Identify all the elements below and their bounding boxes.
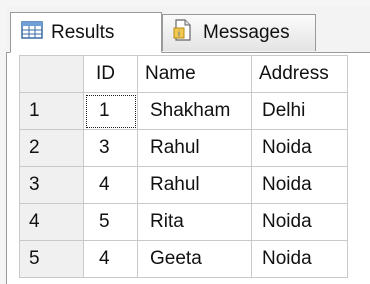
cell-name[interactable]: Rita: [137, 203, 252, 241]
cell-name[interactable]: Shakham: [137, 92, 252, 130]
cell-address[interactable]: Noida: [251, 129, 348, 167]
table-row: 3 4 Rahul Noida: [19, 166, 348, 204]
document-icon: i: [173, 19, 193, 47]
tab-results[interactable]: Results: [10, 12, 162, 53]
row-number[interactable]: 2: [19, 129, 84, 167]
tab-messages-label: Messages: [203, 22, 290, 43]
row-number[interactable]: 5: [19, 240, 84, 278]
header-row: ID Name Address: [19, 55, 348, 93]
cell-address[interactable]: Delhi: [251, 92, 348, 130]
cell-name[interactable]: Rahul: [137, 166, 252, 204]
cell-address[interactable]: Noida: [251, 166, 348, 204]
row-number[interactable]: 4: [19, 203, 84, 241]
cell-address[interactable]: Noida: [251, 203, 348, 241]
column-header-id[interactable]: ID: [83, 55, 138, 93]
column-header-address[interactable]: Address: [251, 55, 348, 93]
table-row: 2 3 Rahul Noida: [19, 129, 348, 167]
svg-text:i: i: [178, 30, 180, 39]
corner-cell[interactable]: [19, 55, 84, 93]
cell-address[interactable]: Noida: [251, 240, 348, 278]
cell-name[interactable]: Rahul: [137, 129, 252, 167]
table-row: 1 1 Shakham Delhi: [19, 92, 348, 130]
table-row: 4 5 Rita Noida: [19, 203, 348, 241]
tab-results-label: Results: [51, 21, 115, 43]
tab-messages[interactable]: i Messages: [162, 14, 316, 51]
row-number[interactable]: 3: [19, 166, 84, 204]
cell-id[interactable]: 3: [83, 129, 138, 167]
table-row: 5 4 Geeta Noida: [19, 240, 348, 278]
cell-id[interactable]: 5: [83, 203, 138, 241]
column-header-name[interactable]: Name: [137, 55, 252, 93]
cell-name[interactable]: Geeta: [137, 240, 252, 278]
grid-icon: [21, 20, 43, 45]
results-pane: Results i Messages ID Name Address 1 1 S…: [0, 0, 370, 284]
results-grid: ID Name Address 1 1 Shakham Delhi 2 3 Ra…: [19, 55, 348, 278]
results-grid-area: ID Name Address 1 1 Shakham Delhi 2 3 Ra…: [6, 53, 370, 284]
tab-strip: Results i Messages: [6, 6, 370, 53]
cell-id[interactable]: 1: [83, 92, 138, 130]
cell-id[interactable]: 4: [83, 166, 138, 204]
row-number[interactable]: 1: [19, 92, 84, 130]
cell-id[interactable]: 4: [83, 240, 138, 278]
